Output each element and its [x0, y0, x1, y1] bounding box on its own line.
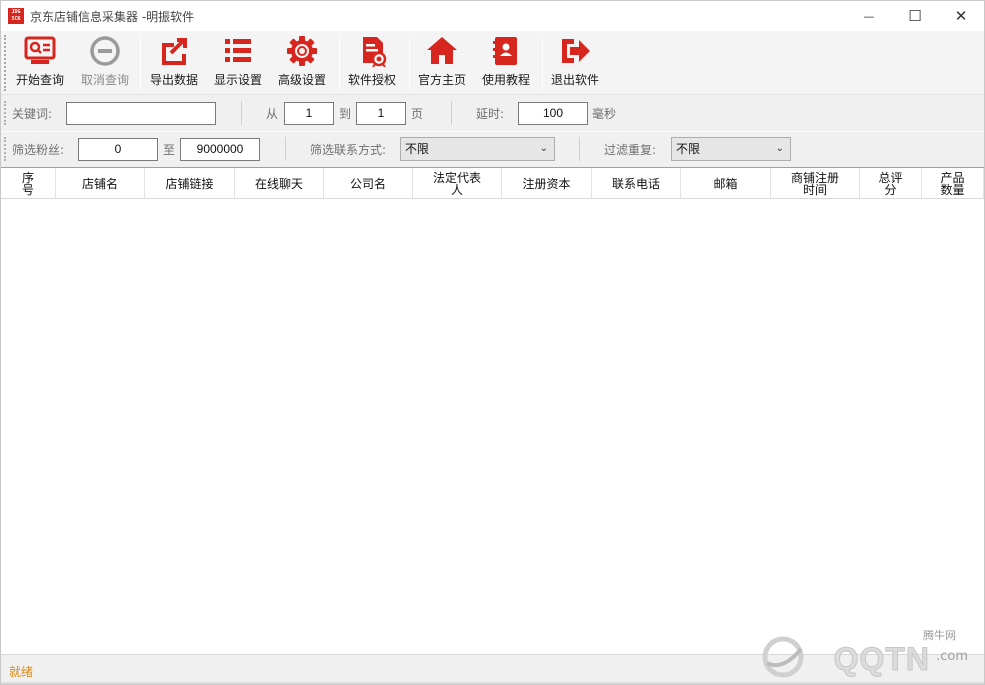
- results-grid[interactable]: 序号 店铺名 店铺链接 在线聊天 公司名 法定代表人 注册资本 联系电话 邮箱 …: [1, 167, 984, 654]
- row-separator: [579, 137, 580, 161]
- page-to-input[interactable]: 1: [356, 102, 406, 125]
- delay-unit-label: 毫秒: [592, 107, 617, 121]
- delay-input[interactable]: 100: [518, 102, 588, 125]
- watermark-logo-icon: [762, 636, 804, 678]
- search-card-icon: [24, 36, 56, 64]
- bottom-edge: [1, 682, 984, 684]
- fans-filter-label: 筛选粉丝:: [12, 143, 65, 157]
- row-grip[interactable]: [4, 101, 7, 125]
- app-window: JDG SCK 京东店铺信息采集器 -明振软件 — ☐ ✕ 开始查询 取消查询 …: [0, 0, 985, 685]
- status-text: 就绪: [9, 665, 34, 679]
- keyword-input[interactable]: [66, 102, 216, 125]
- export-data-button[interactable]: 导出数据: [147, 35, 201, 91]
- column-header-online-chat[interactable]: 在线聊天: [235, 168, 324, 199]
- row-grip[interactable]: [4, 137, 7, 161]
- fans-max-input[interactable]: 9000000: [180, 138, 260, 161]
- column-header-legal-representative[interactable]: 法定代表人: [413, 168, 502, 199]
- exit-icon: [562, 39, 590, 63]
- software-license-label: 软件授权: [347, 73, 396, 87]
- advanced-settings-button[interactable]: 高级设置: [275, 35, 329, 91]
- column-header-phone[interactable]: 联系电话: [592, 168, 681, 199]
- row-separator: [451, 101, 452, 125]
- advanced-settings-label: 高级设置: [277, 73, 326, 87]
- row-separator: [285, 137, 286, 161]
- start-query-button[interactable]: 开始查询: [13, 35, 67, 91]
- book-icon: [493, 37, 517, 65]
- chevron-down-icon: ⌄: [775, 143, 784, 154]
- tutorial-label: 使用教程: [481, 73, 530, 87]
- column-header-total-score[interactable]: 总评分: [860, 168, 922, 199]
- dedupe-filter-value: 不限: [676, 142, 701, 156]
- column-header-product-count[interactable]: 产品 数量: [922, 168, 984, 199]
- gear-icon: [287, 36, 317, 66]
- export-icon: [162, 38, 187, 65]
- watermark-suffix-text: .com: [936, 649, 968, 664]
- cancel-query-label: 取消查询: [80, 73, 129, 87]
- dedupe-filter-select[interactable]: 不限 ⌄: [671, 137, 791, 161]
- contact-filter-select[interactable]: 不限 ⌄: [400, 137, 555, 161]
- start-query-label: 开始查询: [15, 73, 64, 87]
- window-title: 京东店铺信息采集器 -明振软件: [30, 9, 195, 24]
- dedupe-filter-label: 过滤重复:: [604, 143, 657, 157]
- keyword-label: 关键词:: [12, 107, 53, 121]
- page-from-label: 从: [266, 107, 279, 121]
- cancel-circle-icon: [90, 36, 120, 66]
- export-data-label: 导出数据: [149, 73, 198, 87]
- page-to-label: 到: [339, 107, 352, 121]
- software-license-button[interactable]: 软件授权: [345, 35, 399, 91]
- toolbar-separator: [542, 37, 543, 89]
- column-header-company-name[interactable]: 公司名: [324, 168, 413, 199]
- maximize-icon: ☐: [908, 7, 922, 25]
- minimize-button[interactable]: —: [846, 1, 892, 31]
- official-homepage-button[interactable]: 官方主页: [415, 35, 469, 91]
- minimize-icon: —: [863, 9, 875, 23]
- exit-software-button[interactable]: 退出软件: [548, 35, 602, 91]
- display-settings-label: 显示设置: [213, 73, 262, 87]
- display-settings-button[interactable]: 显示设置: [211, 35, 265, 91]
- list-icon: [225, 39, 251, 62]
- watermark-big-text: QQTN: [833, 641, 930, 678]
- page-from-input[interactable]: 1: [284, 102, 334, 125]
- column-header-shop-name[interactable]: 店铺名: [56, 168, 145, 199]
- official-homepage-label: 官方主页: [417, 73, 466, 87]
- column-header-registration-time[interactable]: 商铺注册 时间: [771, 168, 860, 199]
- row-separator: [241, 101, 242, 125]
- column-header-email[interactable]: 邮箱: [681, 168, 771, 199]
- toolbar-grip[interactable]: [4, 35, 7, 91]
- fans-to-label: 至: [163, 143, 176, 157]
- home-icon: [427, 37, 457, 64]
- toolbar-separator: [339, 37, 340, 89]
- contact-filter-label: 筛选联系方式:: [310, 143, 387, 157]
- cancel-query-button[interactable]: 取消查询: [78, 35, 132, 91]
- filter-options-row: 筛选粉丝: 0 至 9000000 筛选联系方式: 不限 ⌄ 过滤重复: 不限 …: [1, 131, 984, 165]
- contact-filter-value: 不限: [405, 142, 430, 156]
- fans-min-input[interactable]: 0: [78, 138, 158, 161]
- column-header-registered-capital[interactable]: 注册资本: [502, 168, 592, 199]
- column-header-index[interactable]: 序号: [1, 168, 56, 199]
- maximize-button[interactable]: ☐: [892, 1, 938, 31]
- column-header-shop-link[interactable]: 店铺链接: [145, 168, 235, 199]
- search-options-row: 关键词: 从 1 到 1 页 延时: 100 毫秒: [1, 96, 984, 130]
- close-icon: ✕: [954, 7, 968, 25]
- site-watermark: 腾牛网 QQTN .com: [759, 629, 974, 683]
- grid-header: 序号 店铺名 店铺链接 在线聊天 公司名 法定代表人 注册资本 联系电话 邮箱 …: [1, 168, 984, 199]
- license-icon: [363, 37, 387, 67]
- main-toolbar: 开始查询 取消查询 导出数据 显示设置 高级设置 软件授权 官方主页 使用教程 …: [1, 31, 984, 95]
- chevron-down-icon: ⌄: [539, 143, 548, 154]
- title-bar[interactable]: JDG SCK 京东店铺信息采集器 -明振软件 — ☐ ✕: [1, 1, 984, 31]
- tutorial-button[interactable]: 使用教程: [479, 35, 533, 91]
- status-bar: 就绪 腾牛网 QQTN .com: [1, 629, 984, 684]
- app-logo-icon: JDG SCK: [8, 8, 24, 24]
- toolbar-separator: [409, 37, 410, 89]
- exit-software-label: 退出软件: [550, 73, 599, 87]
- close-button[interactable]: ✕: [938, 1, 984, 31]
- delay-label: 延时:: [476, 107, 505, 121]
- toolbar-separator: [140, 37, 141, 89]
- page-unit-label: 页: [411, 107, 424, 121]
